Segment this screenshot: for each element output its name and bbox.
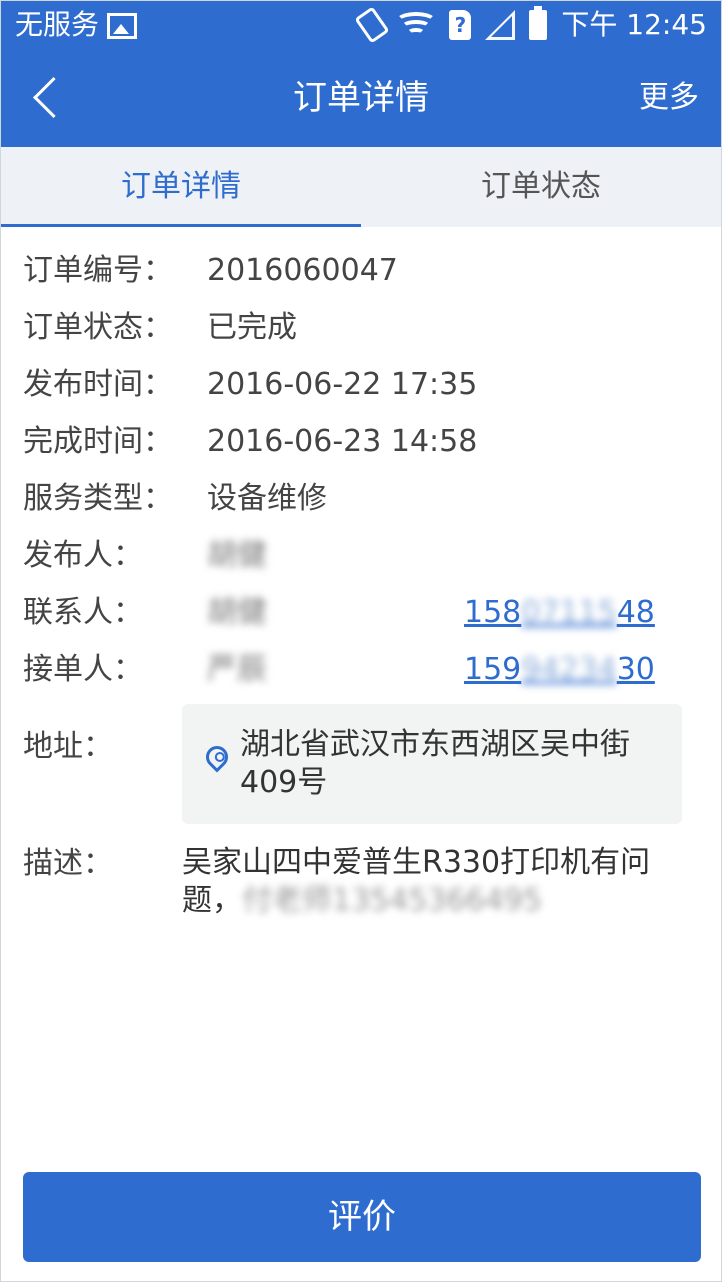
order-status-label: 订单状态： <box>23 310 173 345</box>
status-bar: 无服务 ? 下午 12:45 <box>1 1 721 49</box>
contact-phone-hidden: 07115 <box>521 595 617 630</box>
receiver-label: 接单人： <box>23 652 143 687</box>
clock-text: 下午 12:45 <box>561 8 707 41</box>
page-title: 订单详情 <box>293 78 429 118</box>
service-type-label: 服务类型： <box>23 481 173 516</box>
finish-time-label: 完成时间： <box>23 424 173 459</box>
publish-time-value: 2016-06-22 17:35 <box>207 367 478 402</box>
image-icon <box>107 13 138 39</box>
receiver-phone-suffix: 30 <box>616 652 655 687</box>
wifi-icon <box>395 10 438 40</box>
contact-value: 胡健 <box>207 595 267 630</box>
publisher-label: 发布人： <box>23 538 143 573</box>
description-hidden-text: 付老师13545366495 <box>242 883 542 918</box>
publish-time-label: 发布时间： <box>23 367 173 402</box>
receiver-phone-link[interactable]: 1599423430 <box>464 650 655 690</box>
tab-order-status[interactable]: 订单状态 <box>361 147 721 227</box>
sim-icon: ? <box>449 10 472 40</box>
description-label: 描述： <box>23 846 113 881</box>
order-no-label: 订单编号： <box>23 253 173 288</box>
tab-order-details[interactable]: 订单详情 <box>1 147 361 227</box>
tab-bar: 订单详情 订单状态 <box>1 147 721 227</box>
contact-label: 联系人： <box>23 595 143 630</box>
publisher-value: 胡健 <box>207 538 267 573</box>
receiver-value: 严辰 <box>207 652 267 687</box>
carrier-text: 无服务 <box>15 8 100 41</box>
status-right: ? 下午 12:45 <box>354 6 707 44</box>
status-left: 无服务 <box>15 7 138 43</box>
description-value: 吴家山四中爱普生R330打印机有问题，付老师13545366495 <box>182 844 682 920</box>
battery-icon <box>529 6 548 40</box>
receiver-phone-hidden: 94234 <box>521 652 617 687</box>
receiver-phone-prefix: 159 <box>464 652 522 687</box>
order-status-value: 已完成 <box>207 310 297 345</box>
location-pin-icon <box>201 741 233 773</box>
rate-button[interactable]: 评价 <box>23 1172 701 1262</box>
vibrate-icon <box>354 6 391 44</box>
address-value: 湖北省武汉市东西湖区吴中街409号 <box>240 727 630 800</box>
app-header: 订单详情 更多 <box>1 49 721 147</box>
contact-phone-link[interactable]: 1580711548 <box>464 593 655 633</box>
app-frame: 无服务 ? 下午 12:45 订单详情 更多 订单详情 订单状态 订单编号： 2 <box>0 0 722 1282</box>
address-box[interactable]: 湖北省武汉市东西湖区吴中街409号 <box>182 704 682 824</box>
contact-phone-prefix: 158 <box>464 595 522 630</box>
order-no-value: 2016060047 <box>207 253 398 288</box>
finish-time-value: 2016-06-23 14:58 <box>207 424 478 459</box>
address-label: 地址： <box>23 729 113 764</box>
service-type-value: 设备维修 <box>207 481 327 516</box>
contact-phone-suffix: 48 <box>616 595 655 630</box>
back-button[interactable] <box>31 75 65 117</box>
signal-icon <box>485 10 516 40</box>
more-button[interactable]: 更多 <box>639 49 699 147</box>
